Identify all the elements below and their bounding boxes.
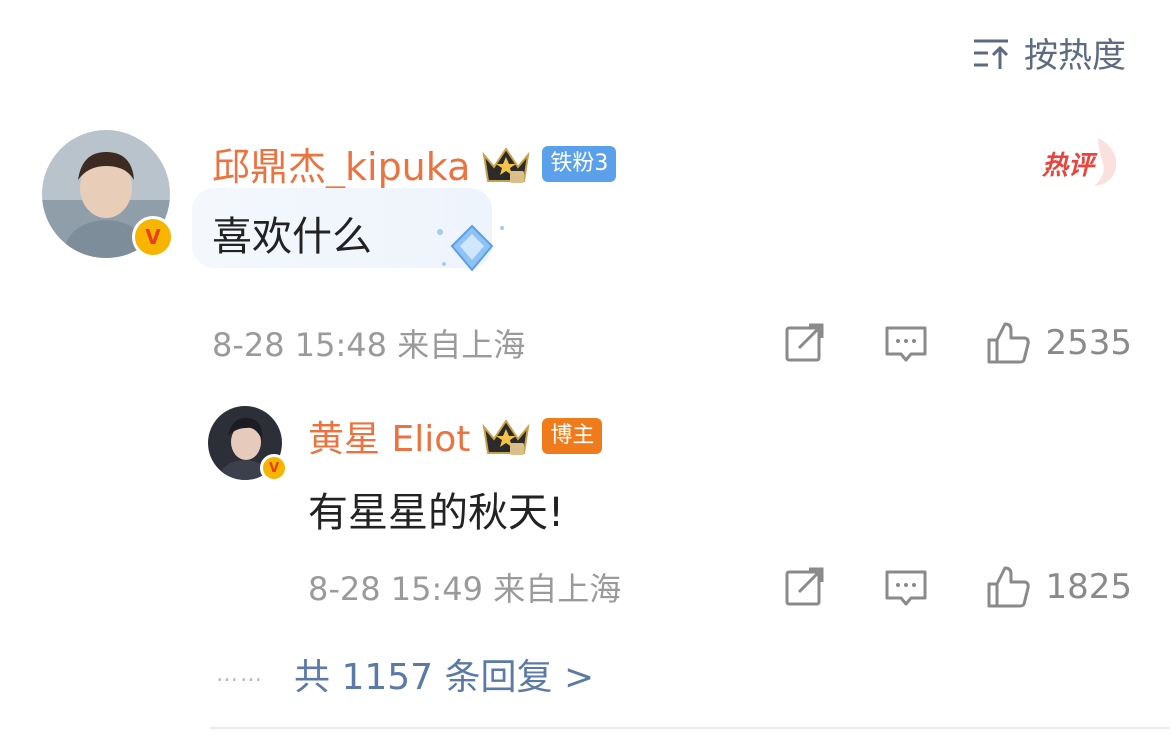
username[interactable]: 邱鼎杰_kipuka bbox=[212, 136, 470, 191]
reply-avatar[interactable]: V bbox=[208, 406, 288, 482]
share-icon bbox=[785, 323, 824, 362]
dots-separator: …… bbox=[216, 661, 264, 687]
hot-comment-label: 热评 bbox=[1041, 151, 1098, 181]
comment-icon bbox=[885, 326, 927, 362]
reply-meta: 8-28 15:49 来自上海 bbox=[308, 570, 622, 608]
verified-v-icon: V bbox=[132, 216, 174, 258]
like-count: 1825 bbox=[1045, 567, 1132, 607]
view-all-replies-link[interactable]: 共 1157 条回复 > bbox=[294, 648, 594, 700]
repost-button[interactable] bbox=[781, 564, 827, 610]
crown-badge-icon bbox=[482, 419, 530, 455]
divider bbox=[210, 727, 1170, 729]
comment-icon bbox=[885, 570, 927, 606]
like-count: 2535 bbox=[1045, 323, 1132, 363]
comment-text: 喜欢什么 bbox=[212, 214, 372, 260]
sort-icon bbox=[974, 39, 1009, 69]
reply-button[interactable] bbox=[883, 564, 929, 610]
thumbs-up-icon bbox=[987, 566, 1031, 608]
sort-by-heat-button[interactable]: 按热度 bbox=[972, 28, 1126, 77]
reply-username[interactable]: 黄星 Eliot bbox=[308, 410, 470, 462]
thumbs-up-icon bbox=[987, 322, 1031, 364]
like-button[interactable]: 1825 bbox=[985, 564, 1132, 610]
blogger-badge: 博主 bbox=[542, 418, 603, 454]
avatar[interactable]: V bbox=[42, 130, 174, 258]
sort-label: 按热度 bbox=[1024, 36, 1126, 76]
more-replies: …… 共 1157 条回复 > bbox=[216, 648, 594, 700]
comment-meta: 8-28 15:48 来自上海 bbox=[212, 326, 526, 364]
diamond-bubble-icon bbox=[437, 224, 504, 272]
repost-button[interactable] bbox=[781, 320, 827, 366]
verified-v-icon: V bbox=[260, 454, 288, 482]
crown-badge-icon bbox=[482, 146, 530, 183]
fan-level-badge: 铁粉3 bbox=[542, 145, 617, 182]
hot-comment-badge: 热评 bbox=[1041, 138, 1117, 186]
like-button[interactable]: 2535 bbox=[985, 320, 1132, 366]
reply-button[interactable] bbox=[883, 320, 929, 366]
reply-text: 有星星的秋天! bbox=[308, 490, 565, 536]
share-icon bbox=[785, 567, 824, 606]
